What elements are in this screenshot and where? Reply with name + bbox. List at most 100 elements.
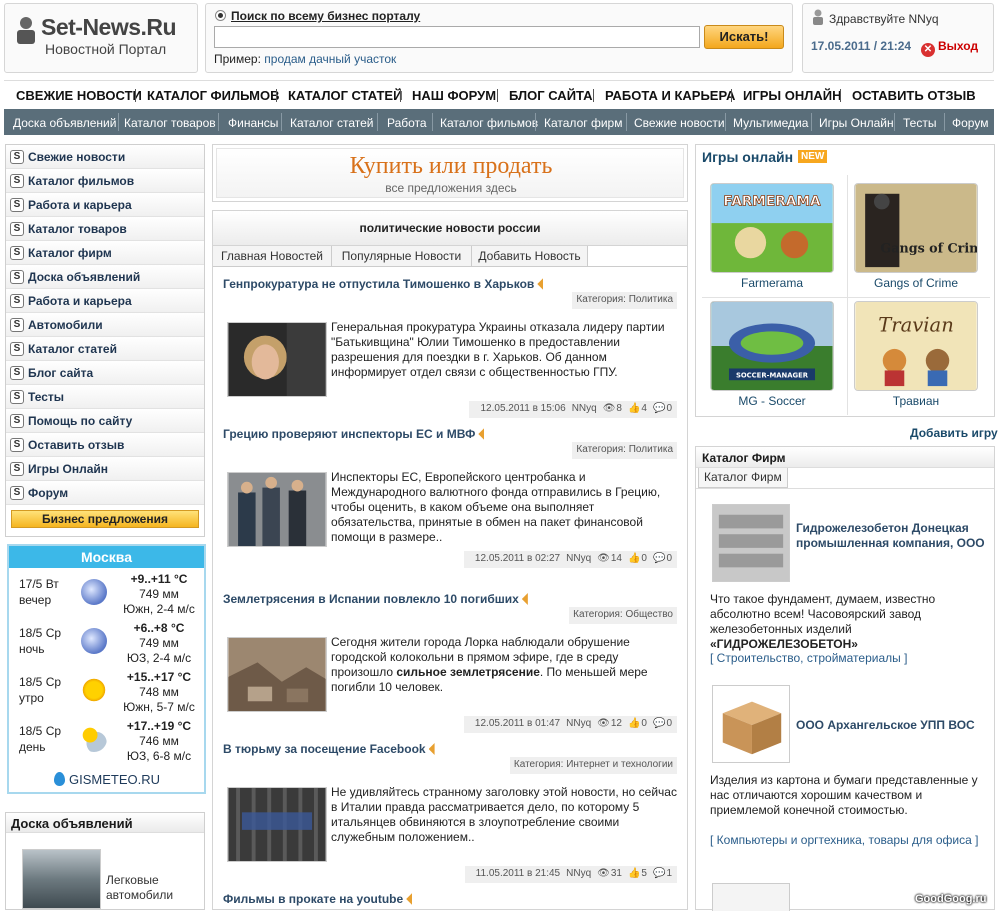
game-name[interactable]: Gangs of Crime [840,276,992,290]
sub-nav-item[interactable]: Тесты [903,116,936,130]
game-item[interactable]: FARMERAMA Farmerama [696,178,838,292]
thumbs-up-icon[interactable]: 👍 [628,403,640,414]
left-menu-item[interactable]: S Автомобили [6,313,204,337]
left-menu-item[interactable]: S Помощь по сайту [6,409,204,433]
logout-button[interactable]: ✕ Выход [921,39,978,57]
news-author[interactable]: NNyq [566,718,591,729]
facebook-news-image[interactable] [227,787,327,862]
search-input[interactable] [214,26,700,48]
news-title[interactable]: В тюрьму за посещение Facebook [223,742,435,756]
search-button[interactable]: Искать! [704,25,784,49]
left-menu-item[interactable]: S Каталог товаров [6,217,204,241]
mg-soccer-thumbnail[interactable]: SOCCER-MANAGER [710,301,834,391]
sub-nav-item[interactable]: Каталог товаров [124,116,216,130]
sub-nav-item[interactable]: Работа [387,116,427,130]
sub-nav-item[interactable]: Доска объявлений [13,116,116,130]
comment-icon[interactable]: 💬 [653,553,665,564]
sub-nav-item[interactable]: Каталог фирм [544,116,622,130]
left-menu-item[interactable]: S Каталог статей [6,337,204,361]
farmerama-thumbnail[interactable]: FARMERAMA [710,183,834,273]
news-author[interactable]: NNyq [572,403,597,414]
left-menu-item[interactable]: S Каталог фильмов [6,169,204,193]
game-item[interactable]: Travian Травиан [840,296,982,410]
thumbs-up-icon[interactable]: 👍 [628,553,640,564]
main-nav-item[interactable]: ИГРЫ ОНЛАЙН [743,88,841,103]
left-menu-item[interactable]: S Каталог фирм [6,241,204,265]
cars-thumbnail[interactable] [22,849,101,909]
news-title[interactable]: Грецию проверяют инспекторы ЕС и МВФ [223,427,485,441]
main-nav-item[interactable]: КАТАЛОГ ФИЛЬМОВ [147,88,279,103]
site-logo[interactable]: Set-News.Ru Новостной Портал [4,3,198,73]
firms-title: Каталог Фирм [696,447,994,468]
comment-icon[interactable]: 💬 [653,868,665,879]
main-nav-item[interactable]: ОСТАВИТЬ ОТЗЫВ [852,88,976,103]
left-menu-item[interactable]: S Тесты [6,385,204,409]
firm-name[interactable]: ООО Архангельское УПП ВОС [796,718,986,733]
firm-name[interactable]: Гидрожелезобетон Донецкая промышленная к… [796,521,986,551]
news-category[interactable]: Категория: Политика [572,442,677,459]
sub-nav-item[interactable]: Игры Онлайн [819,116,894,130]
news-title[interactable]: Фильмы в прокате на youtube [223,892,413,906]
sub-nav-item[interactable]: Мультимедиа [733,116,808,130]
sub-nav-item[interactable]: Финансы [228,116,278,130]
left-menu-item[interactable]: S Форум [6,481,204,505]
tab-add-news[interactable]: Добавить Новость [472,246,588,267]
left-menu-item[interactable]: S Работа и карьера [6,289,204,313]
left-menu-item[interactable]: S Доска объявлений [6,265,204,289]
left-menu-item[interactable]: S Блог сайта [6,361,204,385]
firm-category-link[interactable]: [ Компьютеры и оргтехника, товары для оф… [710,833,990,848]
news-title[interactable]: Землетрясения в Испании повлекло 10 поги… [223,592,528,606]
sub-nav-item[interactable]: Свежие новости [634,116,725,130]
search-scope-radio[interactable] [215,10,226,21]
sub-nav-item[interactable]: Каталог статей [290,116,373,130]
drop-icon [54,772,65,786]
add-game-link[interactable]: Добавить игру [910,426,998,440]
main-nav-item[interactable]: БЛОГ САЙТА [509,88,593,103]
game-item[interactable]: Gangs of Crime Gangs of Crime [840,178,982,292]
tab-main-news[interactable]: Главная Новостей [213,246,332,267]
left-menu-item[interactable]: S Оставить отзыв [6,433,204,457]
game-name[interactable]: Farmerama [696,276,848,290]
tab-firms-catalog[interactable]: Каталог Фирм [698,468,788,488]
sub-nav-item[interactable]: Каталог фильмов [440,116,538,130]
news-image[interactable] [227,322,327,397]
comment-icon[interactable]: 💬 [653,403,665,414]
main-nav-item[interactable]: СВЕЖИЕ НОВОСТИ [16,88,142,103]
news-category[interactable]: Категория: Политика [572,292,677,309]
concrete-blocks-image[interactable] [712,504,790,582]
news-author[interactable]: NNyq [566,553,591,564]
left-menu-item[interactable]: S Игры Онлайн [6,457,204,481]
news-category[interactable]: Категория: Общество [569,607,677,624]
game-name[interactable]: Травиан [840,394,992,408]
cardboard-box-image[interactable] [712,685,790,763]
firm-image[interactable] [712,883,790,911]
news-image[interactable] [227,637,327,712]
main-nav-item[interactable]: КАТАЛОГ СТАТЕЙ [288,88,402,103]
left-menu-label: Работа и карьера [28,294,132,308]
travian-thumbnail[interactable]: Travian [854,301,978,391]
business-offers-button[interactable]: Бизнес предложения [11,510,199,528]
tab-popular-news[interactable]: Популярные Новости [332,246,472,267]
thumbs-up-icon[interactable]: 👍 [628,718,640,729]
search-scope-label[interactable]: Поиск по всему бизнес порталу [231,9,420,23]
news-image[interactable] [227,472,327,547]
main-nav-item[interactable]: РАБОТА И КАРЬЕРА [605,88,735,103]
left-menu-item[interactable]: S Свежие новости [6,145,204,169]
left-menu-item[interactable]: S Работа и карьера [6,193,204,217]
search-example-value[interactable]: продам дачный участок [264,52,396,66]
game-name[interactable]: MG - Soccer [696,394,848,408]
main-nav-item[interactable]: НАШ ФОРУМ [412,88,496,103]
sub-nav-item[interactable]: Форум [952,116,988,130]
buy-sell-banner[interactable]: Купить или продать все предложения здесь [212,144,688,202]
gangs-of-crime-thumbnail[interactable]: Gangs of Crime [854,183,978,273]
classifieds-item-label[interactable]: Легковые автомобили [106,873,186,903]
gismeteo-link[interactable]: GISMETEO.RU [54,772,160,787]
game-item[interactable]: SOCCER-MANAGER MG - Soccer [696,296,838,410]
firm-category-link[interactable]: [ Строительство, стройматериалы ] [710,651,990,666]
news-category[interactable]: Категория: Интернет и технологии [509,757,677,774]
comment-icon[interactable]: 💬 [653,718,665,729]
s-icon: S [10,294,24,308]
thumbs-up-icon[interactable]: 👍 [628,868,640,879]
news-author[interactable]: NNyq [566,868,591,879]
news-title[interactable]: Генпрокуратура не отпустила Тимошенко в … [223,277,544,291]
